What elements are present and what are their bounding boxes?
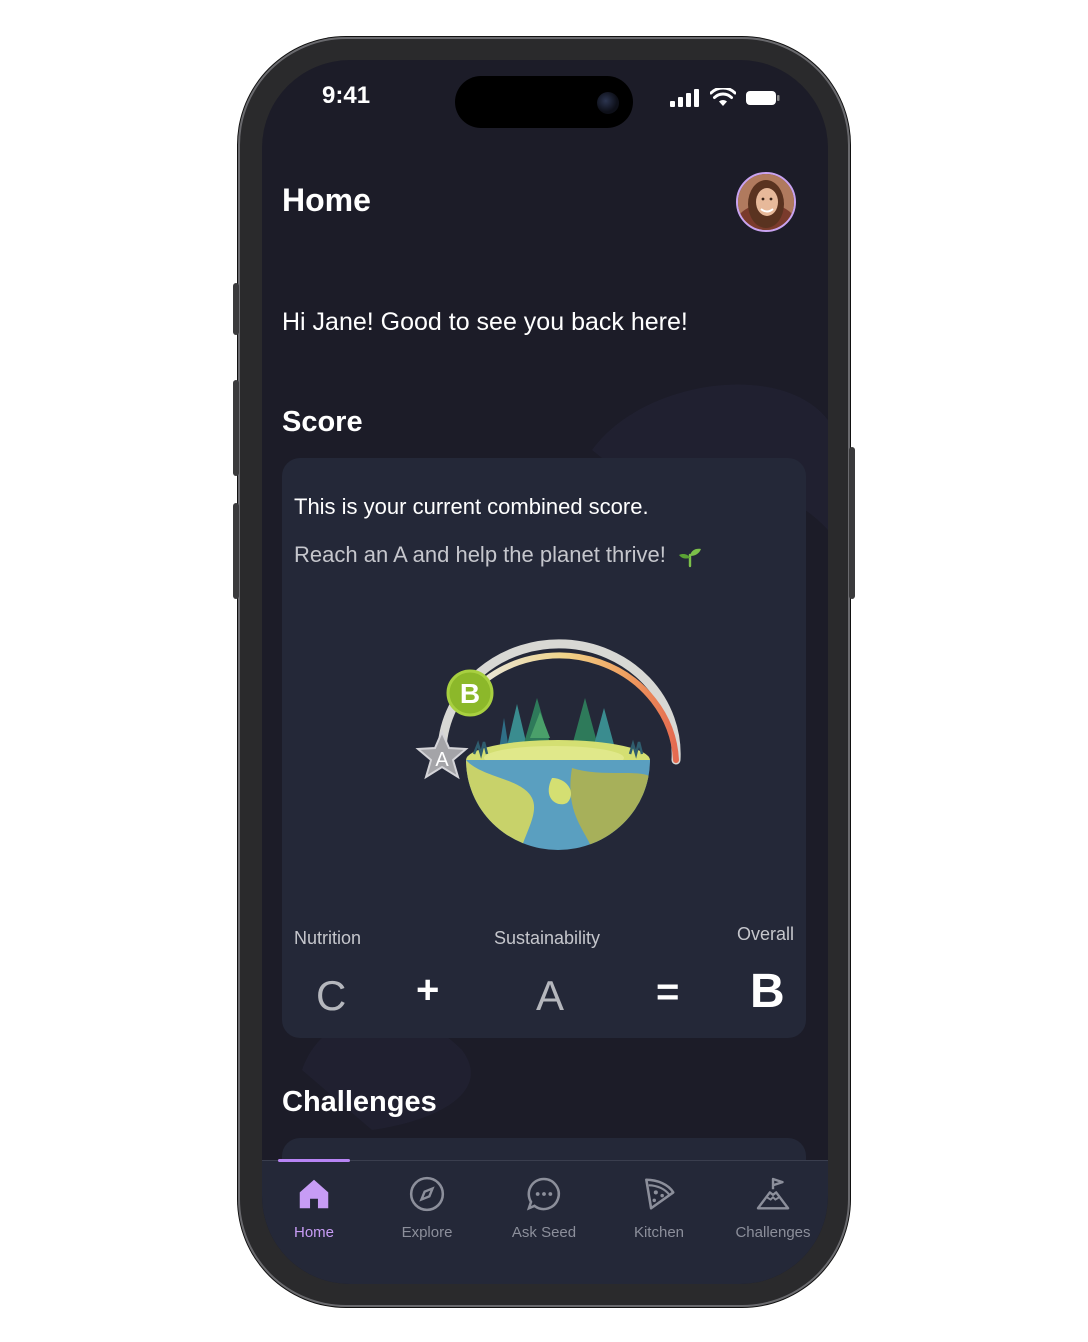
greeting-text: Hi Jane! Good to see you back here! — [282, 308, 688, 336]
page-title: Home — [282, 182, 371, 218]
nutrition-grade: C — [316, 972, 347, 1019]
volume-down-button — [233, 503, 239, 599]
tab-home-label: Home — [293, 1224, 334, 1241]
power-button — [849, 447, 855, 599]
tab-home[interactable]: Home — [262, 1175, 369, 1241]
home-icon — [299, 1179, 329, 1209]
chat-icon — [526, 1177, 560, 1211]
camera-icon — [597, 92, 619, 114]
sustainability-grade: A — [536, 972, 565, 1019]
plus-operator: + — [416, 968, 440, 1012]
compass-icon — [409, 1176, 445, 1212]
tab-explore[interactable]: Explore — [372, 1175, 482, 1241]
profile-avatar[interactable] — [736, 172, 796, 232]
score-section-title: Score — [282, 406, 363, 438]
tab-ask-seed[interactable]: Ask Seed — [489, 1175, 599, 1241]
tab-explore-label: Explore — [401, 1224, 453, 1241]
tab-bar: Home Explore Ask Seed Kitchen Challenges — [262, 1159, 828, 1284]
status-icons — [670, 88, 780, 108]
nutrition-label: Nutrition — [294, 928, 362, 948]
action-button — [233, 283, 239, 335]
status-time: 9:41 — [322, 82, 371, 109]
dynamic-island — [455, 76, 633, 128]
tab-challenges-label: Challenges — [735, 1224, 811, 1241]
flag-mountain-icon — [756, 1177, 790, 1210]
star-grade: A — [435, 749, 449, 771]
active-tab-indicator — [278, 1159, 350, 1162]
sustainability-label: Sustainability — [494, 928, 601, 948]
wifi-icon — [710, 88, 736, 106]
volume-up-button — [233, 380, 239, 476]
challenges-section-title: Challenges — [282, 1086, 437, 1118]
overall-label: Overall — [737, 924, 795, 944]
score-card-subtitle: Reach an A and help the planet thrive! — [294, 542, 702, 568]
score-card-subtitle-text: Reach an A and help the planet thrive! — [294, 542, 666, 567]
tab-ask-seed-label: Ask Seed — [511, 1224, 577, 1241]
tab-kitchen[interactable]: Kitchen — [604, 1175, 714, 1241]
app-screen: 9:41 Home Hi Jane! Good to see you back … — [262, 60, 828, 1284]
equals-operator: = — [656, 970, 680, 1014]
score-card[interactable]: This is your current combined score. Rea… — [282, 458, 806, 1038]
planet-score-illustration: B A — [415, 639, 681, 850]
user-portrait-icon — [738, 174, 794, 230]
tab-kitchen-label: Kitchen — [633, 1224, 685, 1241]
score-badge-grade: B — [460, 678, 480, 709]
sprout-icon — [678, 548, 701, 568]
signal-icon — [670, 89, 699, 107]
battery-icon — [746, 91, 780, 105]
tab-challenges[interactable]: Challenges — [718, 1175, 828, 1241]
pizza-icon — [645, 1178, 675, 1210]
overall-grade: B — [750, 965, 785, 1018]
score-card-title: This is your current combined score. — [294, 494, 649, 519]
